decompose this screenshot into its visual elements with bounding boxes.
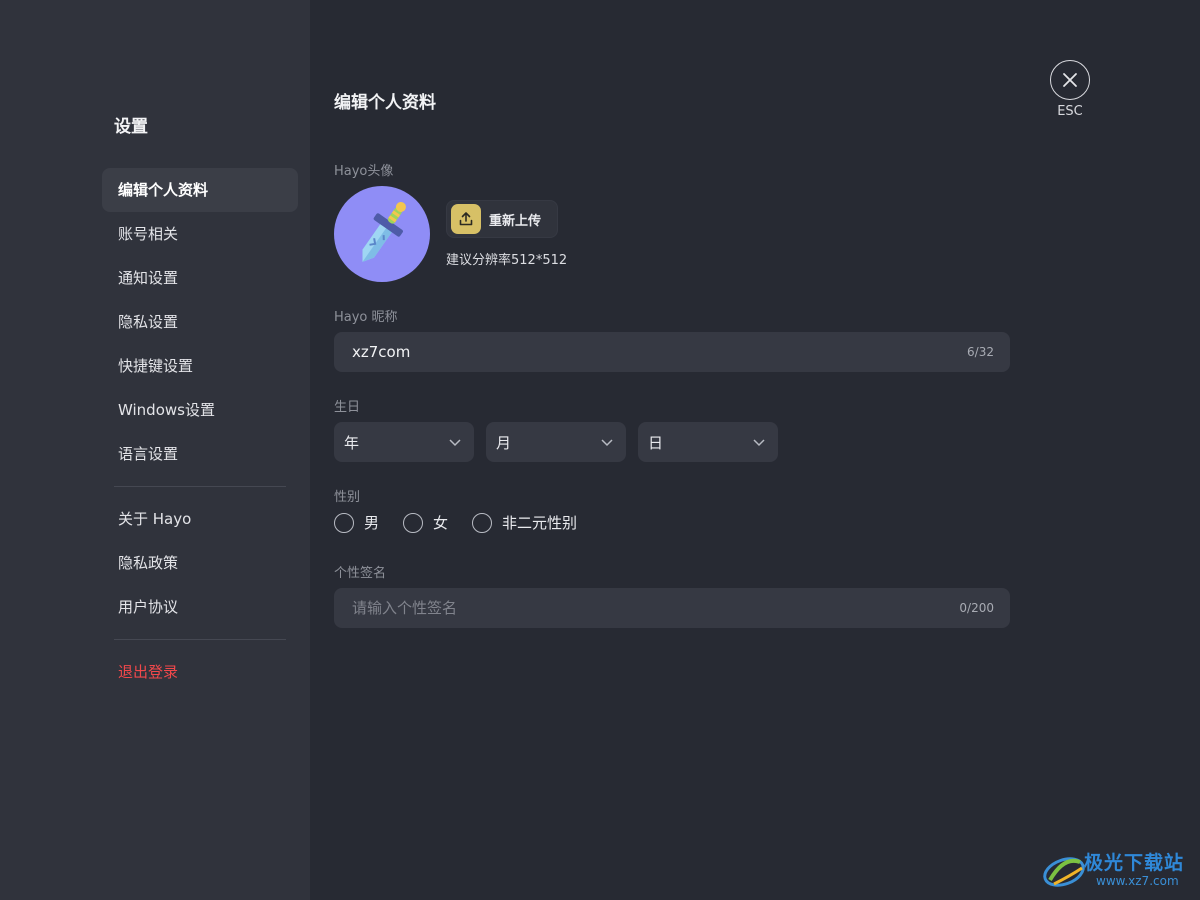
sidebar-item-edit-profile[interactable]: 编辑个人资料: [102, 168, 298, 212]
signature-input[interactable]: [350, 598, 960, 618]
birthday-label: 生日: [334, 400, 361, 415]
avatar-label: Hayo头像: [334, 164, 394, 179]
watermark-logo-icon: [1043, 857, 1085, 887]
logout-button[interactable]: 退出登录: [102, 650, 298, 694]
sidebar-divider: [114, 486, 286, 487]
radio-circle: [334, 512, 354, 533]
upload-icon: [451, 204, 481, 234]
signature-field: 0/200: [334, 588, 1010, 628]
chevron-down-icon: [601, 439, 613, 447]
sidebar-divider: [114, 639, 286, 640]
chevron-down-icon: [753, 439, 765, 447]
sidebar-item-account[interactable]: 账号相关: [102, 212, 298, 256]
reupload-label: 重新上传: [489, 213, 542, 229]
close-button[interactable]: [1050, 60, 1090, 100]
birthday-day-select[interactable]: 日: [638, 422, 778, 462]
sidebar-title: 设置: [114, 117, 148, 137]
nickname-field: 6/32: [334, 332, 1010, 372]
nickname-label: Hayo 昵称: [334, 310, 398, 325]
signature-label: 个性签名: [334, 566, 387, 581]
radio-label: 男: [364, 514, 380, 532]
edit-profile-panel: 编辑个人资料 Hayo头像 重新上传 建议分辨率512*512 Hayo 昵称 …: [334, 0, 1010, 900]
chevron-down-icon: [449, 439, 461, 447]
sidebar-secondary-nav: 关于 Hayo 隐私政策 用户协议: [102, 497, 298, 629]
sidebar-item-shortcuts[interactable]: 快捷键设置: [102, 344, 298, 388]
sidebar-item-windows[interactable]: Windows设置: [102, 388, 298, 432]
year-select-text: 年: [344, 433, 360, 452]
watermark: 极光下载站 www.xz7.com: [1040, 846, 1194, 894]
sidebar-primary-nav: 编辑个人资料 账号相关 通知设置 隐私设置 快捷键设置 Windows设置 语言…: [102, 168, 298, 476]
avatar[interactable]: [334, 186, 430, 282]
sidebar-item-notifications[interactable]: 通知设置: [102, 256, 298, 300]
signature-counter: 0/200: [959, 601, 994, 615]
page-title: 编辑个人资料: [334, 93, 436, 113]
sidebar-item-about[interactable]: 关于 Hayo: [102, 497, 298, 541]
radio-label: 女: [433, 514, 449, 532]
gender-label: 性别: [334, 490, 361, 505]
esc-label: ESC: [1057, 104, 1083, 119]
sidebar-item-user-agreement[interactable]: 用户协议: [102, 585, 298, 629]
gender-radio-group: 男 女 非二元性别: [334, 512, 601, 533]
sword-avatar-icon: [362, 201, 406, 262]
watermark-text: 极光下载站: [1084, 852, 1185, 874]
gender-radio-nonbinary[interactable]: 非二元性别: [472, 512, 577, 533]
nickname-counter: 6/32: [967, 345, 994, 359]
reupload-button[interactable]: 重新上传: [446, 200, 558, 238]
sidebar-item-privacy[interactable]: 隐私设置: [102, 300, 298, 344]
nickname-input[interactable]: [350, 342, 968, 362]
watermark-url: www.xz7.com: [1096, 874, 1179, 888]
radio-circle: [403, 512, 424, 533]
close-icon: [1063, 73, 1077, 87]
month-select-text: 月: [496, 433, 512, 452]
gender-radio-male[interactable]: 男: [334, 512, 379, 533]
sidebar-logout-group: 退出登录: [102, 650, 298, 694]
resolution-hint: 建议分辨率512*512: [446, 253, 568, 268]
gender-radio-female[interactable]: 女: [403, 512, 448, 533]
settings-sidebar: 设置 编辑个人资料 账号相关 通知设置 隐私设置 快捷键设置 Windows设置…: [0, 0, 310, 900]
birthday-month-select[interactable]: 月: [486, 422, 626, 462]
sidebar-item-privacy-policy[interactable]: 隐私政策: [102, 541, 298, 585]
day-select-text: 日: [648, 433, 664, 452]
sidebar-item-language[interactable]: 语言设置: [102, 432, 298, 476]
radio-circle: [472, 512, 493, 533]
birthday-year-select[interactable]: 年: [334, 422, 474, 462]
radio-label: 非二元性别: [502, 514, 578, 532]
